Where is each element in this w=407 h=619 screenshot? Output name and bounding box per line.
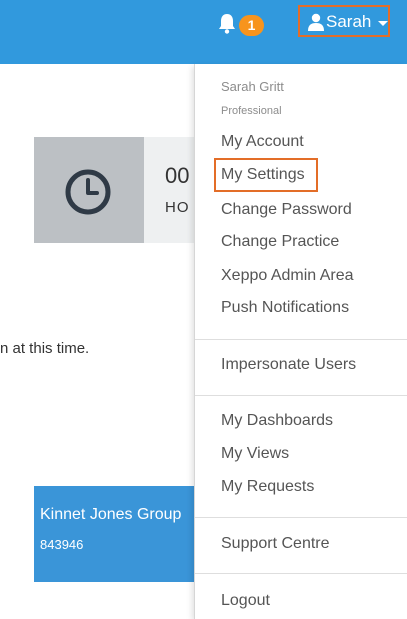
menu-item-my-requests[interactable]: My Requests — [221, 477, 314, 497]
menu-item-my-account[interactable]: My Account — [221, 132, 304, 152]
practice-card[interactable]: Kinnet Jones Group 843946 — [34, 486, 204, 582]
menu-item-logout[interactable]: Logout — [221, 591, 270, 611]
chevron-down-icon — [378, 21, 388, 26]
notification-badge[interactable]: 1 — [239, 15, 264, 36]
highlight-box — [214, 158, 318, 192]
menu-divider — [195, 339, 407, 340]
menu-item-change-password[interactable]: Change Password — [221, 200, 352, 220]
menu-item-change-practice[interactable]: Change Practice — [221, 232, 339, 252]
practice-id: 843946 — [40, 537, 84, 552]
user-icon — [308, 13, 324, 31]
practice-name: Kinnet Jones Group — [40, 506, 182, 523]
user-dropdown-menu: Sarah Gritt Professional My Account My S… — [194, 64, 407, 619]
bell-icon[interactable] — [217, 13, 237, 35]
menu-divider — [195, 395, 407, 396]
menu-item-push-notifications[interactable]: Push Notifications — [221, 298, 349, 318]
menu-item-support-centre[interactable]: Support Centre — [221, 534, 330, 554]
user-full-name: Sarah Gritt — [221, 79, 284, 94]
menu-divider — [195, 573, 407, 574]
menu-divider — [195, 517, 407, 518]
menu-item-my-dashboards[interactable]: My Dashboards — [221, 411, 333, 431]
user-role: Professional — [221, 105, 282, 117]
clock-widget — [34, 137, 144, 243]
menu-item-admin-area[interactable]: Xeppo Admin Area — [221, 266, 354, 286]
menu-item-impersonate-users[interactable]: Impersonate Users — [221, 355, 356, 375]
status-message: n at this time. — [0, 340, 90, 357]
clock-icon — [64, 168, 112, 216]
top-navbar: 1 Sarah — [0, 0, 407, 64]
user-menu-label: Sarah — [326, 12, 372, 31]
user-menu-button[interactable]: Sarah — [298, 5, 390, 37]
menu-item-my-views[interactable]: My Views — [221, 444, 289, 464]
stat-value: 00 — [165, 163, 190, 188]
stat-label: HO — [165, 199, 190, 216]
